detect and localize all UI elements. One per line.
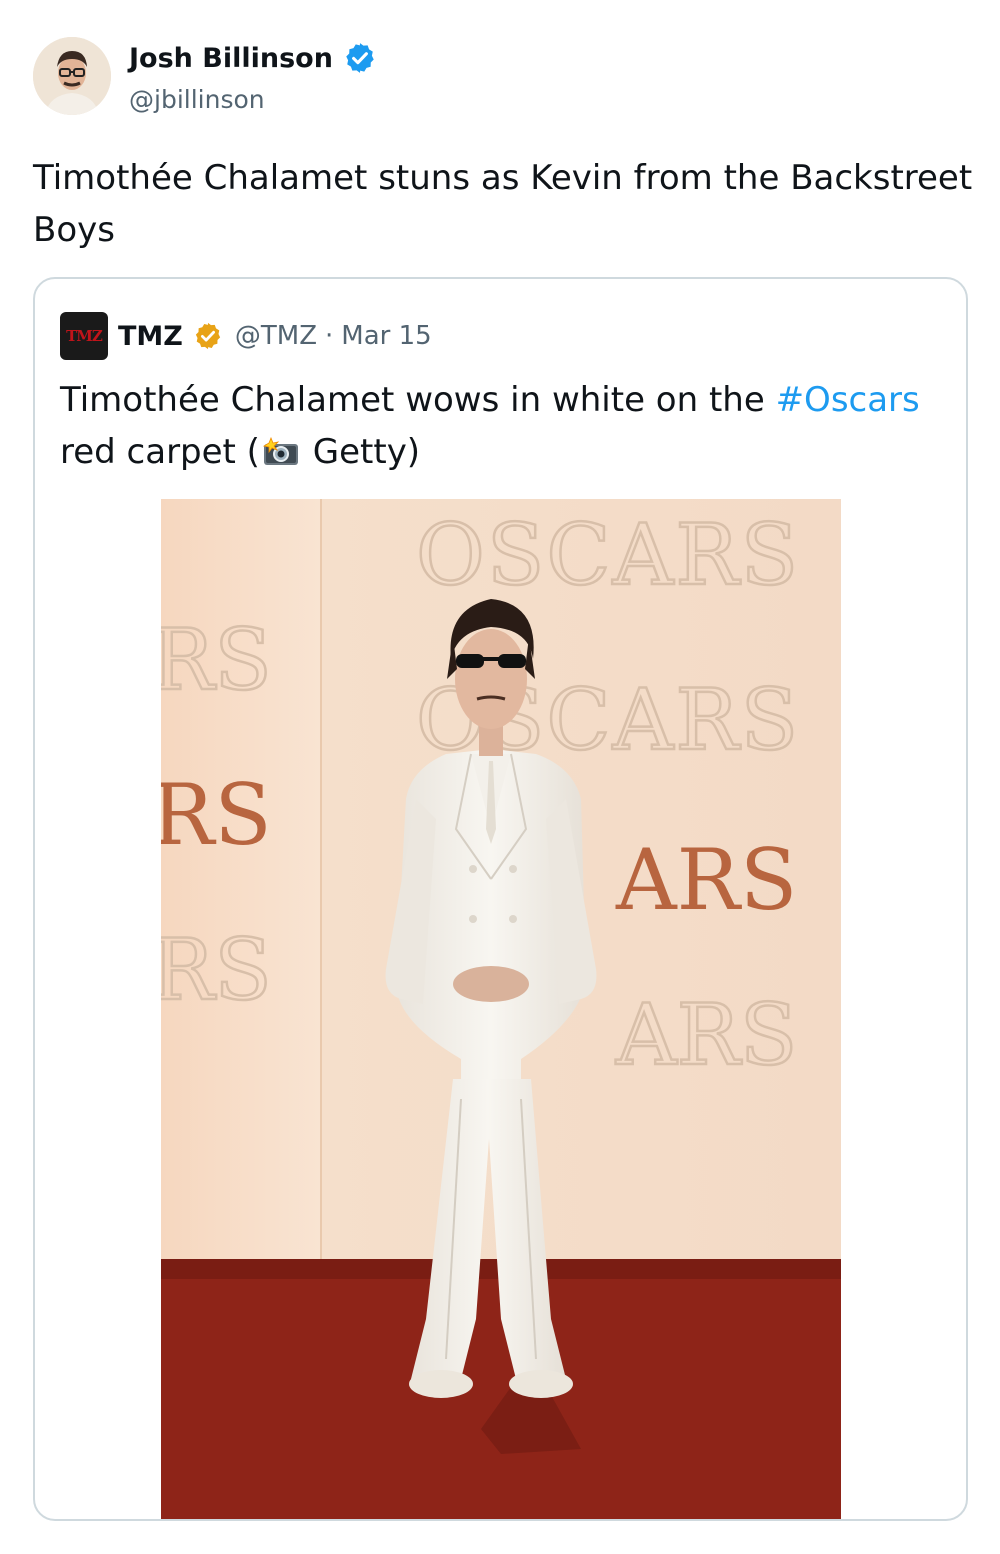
quoted-author-handle[interactable]: @TMZ xyxy=(235,321,317,351)
backdrop-text: RS xyxy=(161,766,272,864)
backdrop-text: ARS xyxy=(615,831,797,929)
oscars-red-carpet-image: OSCARS RS OSCARS RS ARS RS ARS xyxy=(161,499,841,1519)
tweet-author: Josh Billinson @jbillinson xyxy=(33,37,377,115)
quoted-author-name[interactable]: TMZ xyxy=(118,321,183,352)
quoted-text-part-2: red carpet ( xyxy=(60,432,260,472)
hashtag-link[interactable]: #Oscars xyxy=(776,380,920,420)
tmz-avatar[interactable]: TMZ xyxy=(60,312,108,360)
backdrop-text: ARS xyxy=(615,986,797,1084)
quoted-text-part-3: Getty) xyxy=(301,432,421,472)
quoted-tweet-text: Timothée Chalamet wows in white on the #… xyxy=(60,374,940,478)
backdrop-text: RS xyxy=(161,921,272,1019)
backdrop-text: RS xyxy=(161,611,272,709)
person-avatar-icon xyxy=(33,37,111,115)
quoted-tweet-date[interactable]: Mar 15 xyxy=(341,321,431,351)
quoted-text-part-1: Timothée Chalamet wows in white on the xyxy=(60,380,776,420)
verified-badge-icon xyxy=(346,43,374,73)
separator-dot: · xyxy=(325,321,334,351)
quoted-tweet[interactable]: TMZ TMZ @TMZ · Mar 15 Timothée Chalamet … xyxy=(33,277,968,1521)
camera-flash-icon xyxy=(262,437,298,465)
quoted-tweet-header: TMZ TMZ @TMZ · Mar 15 xyxy=(60,312,432,360)
author-avatar[interactable] xyxy=(33,37,111,115)
tweet-text: Timothée Chalamet stuns as Kevin from th… xyxy=(33,158,973,250)
backdrop-text: OSCARS xyxy=(416,506,800,604)
author-handle[interactable]: @jbillinson xyxy=(129,85,377,114)
author-name[interactable]: Josh Billinson xyxy=(129,43,333,74)
quoted-tweet-photo[interactable]: OSCARS RS OSCARS RS ARS RS ARS xyxy=(161,499,841,1519)
verified-org-badge-icon xyxy=(195,322,220,350)
